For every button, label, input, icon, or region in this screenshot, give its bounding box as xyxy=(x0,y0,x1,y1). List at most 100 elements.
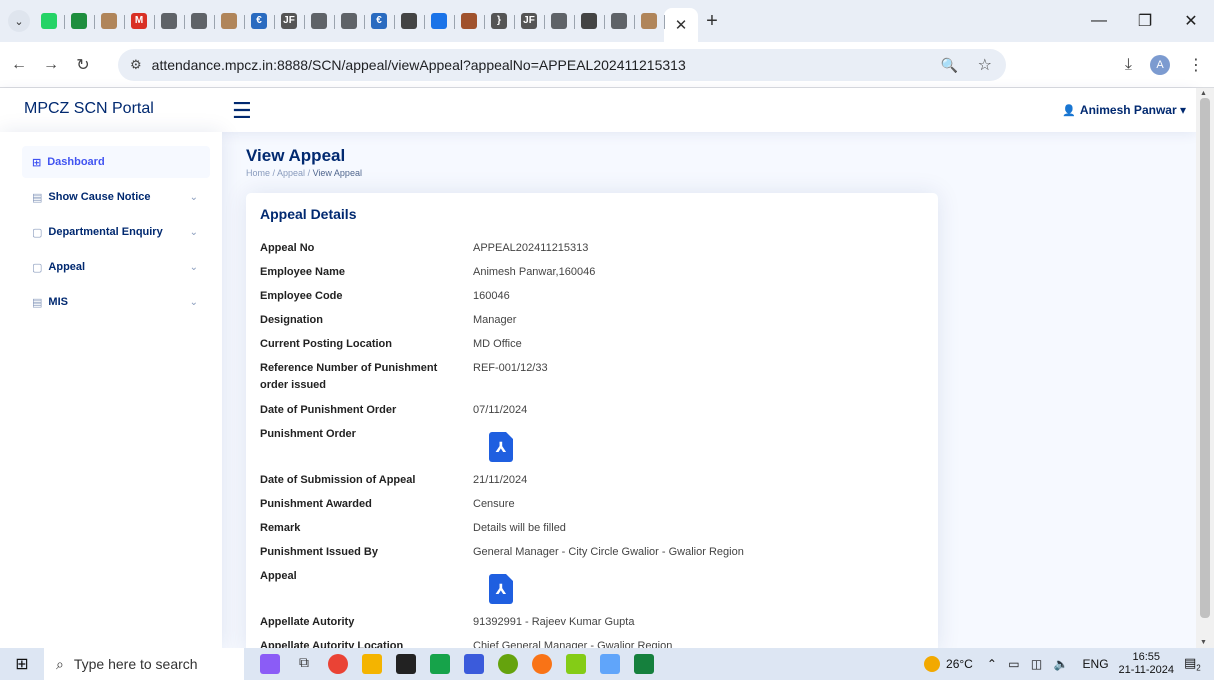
portal-logo[interactable]: MPCZ SCN Portal xyxy=(24,100,154,118)
weather-widget[interactable]: 26°C xyxy=(924,656,973,672)
tab-favicon-icon xyxy=(311,13,327,29)
sticky-notes-icon[interactable] xyxy=(396,654,416,674)
paint-icon[interactable] xyxy=(566,654,586,674)
address-bar[interactable]: ⚙ attendance.mpcz.in:8888/SCN/appeal/vie… xyxy=(118,49,1006,81)
scroll-up-arrow[interactable]: ▲ xyxy=(1200,90,1207,97)
scrollbar-thumb[interactable] xyxy=(1200,98,1210,618)
chevron-down-icon: ⌄ xyxy=(189,296,198,308)
field-label: Date of Submission of Appeal xyxy=(260,474,416,486)
notification-icon[interactable]: ▤2 xyxy=(1184,655,1206,673)
zoom-icon[interactable]: 🔍 xyxy=(941,57,958,74)
active-tab[interactable]: ✕ xyxy=(664,8,698,42)
sidebar-item-show-cause-notice[interactable]: ▤ Show Cause Notice ⌄ xyxy=(22,181,210,213)
browser-tab[interactable]: } xyxy=(484,6,515,36)
scroll-down-arrow[interactable]: ▼ xyxy=(1200,639,1207,646)
browser-tab[interactable] xyxy=(634,6,665,36)
chevron-down-icon: ⌄ xyxy=(189,261,198,273)
pdf-download-icon[interactable]: ⅄ xyxy=(489,432,513,462)
site-info-icon[interactable]: ⚙ xyxy=(130,57,142,73)
tab-favicon-icon: € xyxy=(251,13,267,29)
address-row: ← → ↻ ⚙ attendance.mpcz.in:8888/SCN/appe… xyxy=(0,42,1214,88)
sidebar-item-dashboard[interactable]: ⊞ Dashboard xyxy=(22,146,210,178)
user-name: Animesh Panwar xyxy=(1079,103,1177,117)
hamburger-menu-icon[interactable]: ☰ xyxy=(232,98,252,124)
forward-button[interactable]: → xyxy=(38,56,64,74)
browser-tab[interactable]: M xyxy=(124,6,155,36)
tab-favicon-icon xyxy=(191,13,207,29)
app-icon-orange[interactable] xyxy=(532,654,552,674)
browser-tab[interactable]: JF xyxy=(514,6,545,36)
browser-tab[interactable] xyxy=(214,6,245,36)
app-icon-green[interactable] xyxy=(498,654,518,674)
breadcrumb-appeal[interactable]: Appeal xyxy=(277,168,305,178)
language-indicator[interactable]: ENG xyxy=(1083,657,1109,671)
sidebar-item-mis[interactable]: ▤ MIS ⌄ xyxy=(22,286,210,318)
field-value: Censure xyxy=(473,498,515,510)
windows-start-icon[interactable]: ⊞ xyxy=(0,654,44,674)
tray-icons[interactable]: ⌃ ▭ ◫ 🔈 xyxy=(987,657,1073,671)
page-scrollbar[interactable]: ▲ ▼ xyxy=(1196,88,1214,648)
browser-tab[interactable] xyxy=(304,6,335,36)
browser-tab[interactable] xyxy=(454,6,485,36)
field-value: Manager xyxy=(473,314,517,326)
taskbar-search[interactable]: ⌕ Type here to search xyxy=(44,648,244,680)
taskbar-apps: ⧉ xyxy=(260,654,654,674)
browser-tab[interactable] xyxy=(424,6,455,36)
restore-button[interactable]: ❐ xyxy=(1122,0,1168,42)
close-tab-icon[interactable]: ✕ xyxy=(675,16,688,34)
file-explorer-icon[interactable] xyxy=(362,654,382,674)
tab-favicon-icon xyxy=(461,13,477,29)
back-button[interactable]: ← xyxy=(6,56,32,74)
excel-icon[interactable] xyxy=(634,654,654,674)
url-text[interactable]: attendance.mpcz.in:8888/SCN/appeal/viewA… xyxy=(152,57,686,73)
page-title: View Appeal xyxy=(246,146,346,165)
browser-tab[interactable] xyxy=(334,6,365,36)
app-icon-blue[interactable] xyxy=(600,654,620,674)
task-view-icon[interactable]: ⧉ xyxy=(294,654,314,674)
document-icon: ▢ xyxy=(32,261,43,274)
browser-tab[interactable] xyxy=(574,6,605,36)
browser-tab[interactable] xyxy=(64,6,95,36)
sidebar-item-appeal[interactable]: ▢ Appeal ⌄ xyxy=(22,251,210,283)
browser-tab[interactable] xyxy=(94,6,125,36)
taskbar-app-icon[interactable] xyxy=(260,654,280,674)
field-value: 160046 xyxy=(473,290,510,302)
temperature: 26°C xyxy=(946,657,973,671)
browser-tab[interactable] xyxy=(544,6,575,36)
browser-tab[interactable]: JF xyxy=(274,6,305,36)
tab-favicon-icon xyxy=(101,13,117,29)
close-window-button[interactable]: ✕ xyxy=(1168,0,1214,42)
browser-tab[interactable] xyxy=(604,6,635,36)
download-icon[interactable]: ⤓ xyxy=(1125,56,1132,74)
app-icon[interactable] xyxy=(464,654,484,674)
browser-tab[interactable] xyxy=(154,6,185,36)
bookmark-star-icon[interactable]: ☆ xyxy=(978,55,992,75)
sidebar: ⊞ Dashboard ▤ Show Cause Notice ⌄ ▢ Department… xyxy=(0,132,222,648)
field-label: Reference Number of Punishment order iss… xyxy=(260,362,438,391)
browser-menu-icon[interactable]: ⋮ xyxy=(1188,55,1204,75)
tab-search-button[interactable]: ⌄ xyxy=(8,10,30,32)
field-label: Employee Code xyxy=(260,290,343,302)
tab-favicon-icon xyxy=(401,13,417,29)
tab-list: M € JF €} JF xyxy=(34,6,665,36)
profile-avatar[interactable]: A xyxy=(1150,55,1170,75)
sidebar-item-departmental-enquiry[interactable]: ▢ Departmental Enquiry ⌄ xyxy=(22,216,210,248)
clock[interactable]: 16:55 21-11-2024 xyxy=(1119,651,1174,677)
user-menu[interactable]: 👤 Animesh Panwar ▾ xyxy=(1062,103,1186,117)
browser-tab[interactable] xyxy=(34,6,65,36)
caret-down-icon: ▾ xyxy=(1179,103,1186,117)
field-value: REF-001/12/33 xyxy=(473,362,548,374)
pdf-download-icon[interactable]: ⅄ xyxy=(489,574,513,604)
field-label: Appellate Autority xyxy=(260,616,355,628)
breadcrumb-home[interactable]: Home xyxy=(246,168,270,178)
new-tab-button[interactable]: + xyxy=(698,10,726,33)
browser-tab[interactable] xyxy=(394,6,425,36)
reload-button[interactable]: ↻ xyxy=(70,55,96,75)
browser-tab[interactable]: € xyxy=(244,6,275,36)
project-icon[interactable] xyxy=(430,654,450,674)
browser-tab[interactable]: € xyxy=(364,6,395,36)
chrome-icon[interactable] xyxy=(328,654,348,674)
browser-tab[interactable] xyxy=(184,6,215,36)
minimize-button[interactable]: — xyxy=(1076,0,1122,42)
field-label: Employee Name xyxy=(260,266,345,278)
